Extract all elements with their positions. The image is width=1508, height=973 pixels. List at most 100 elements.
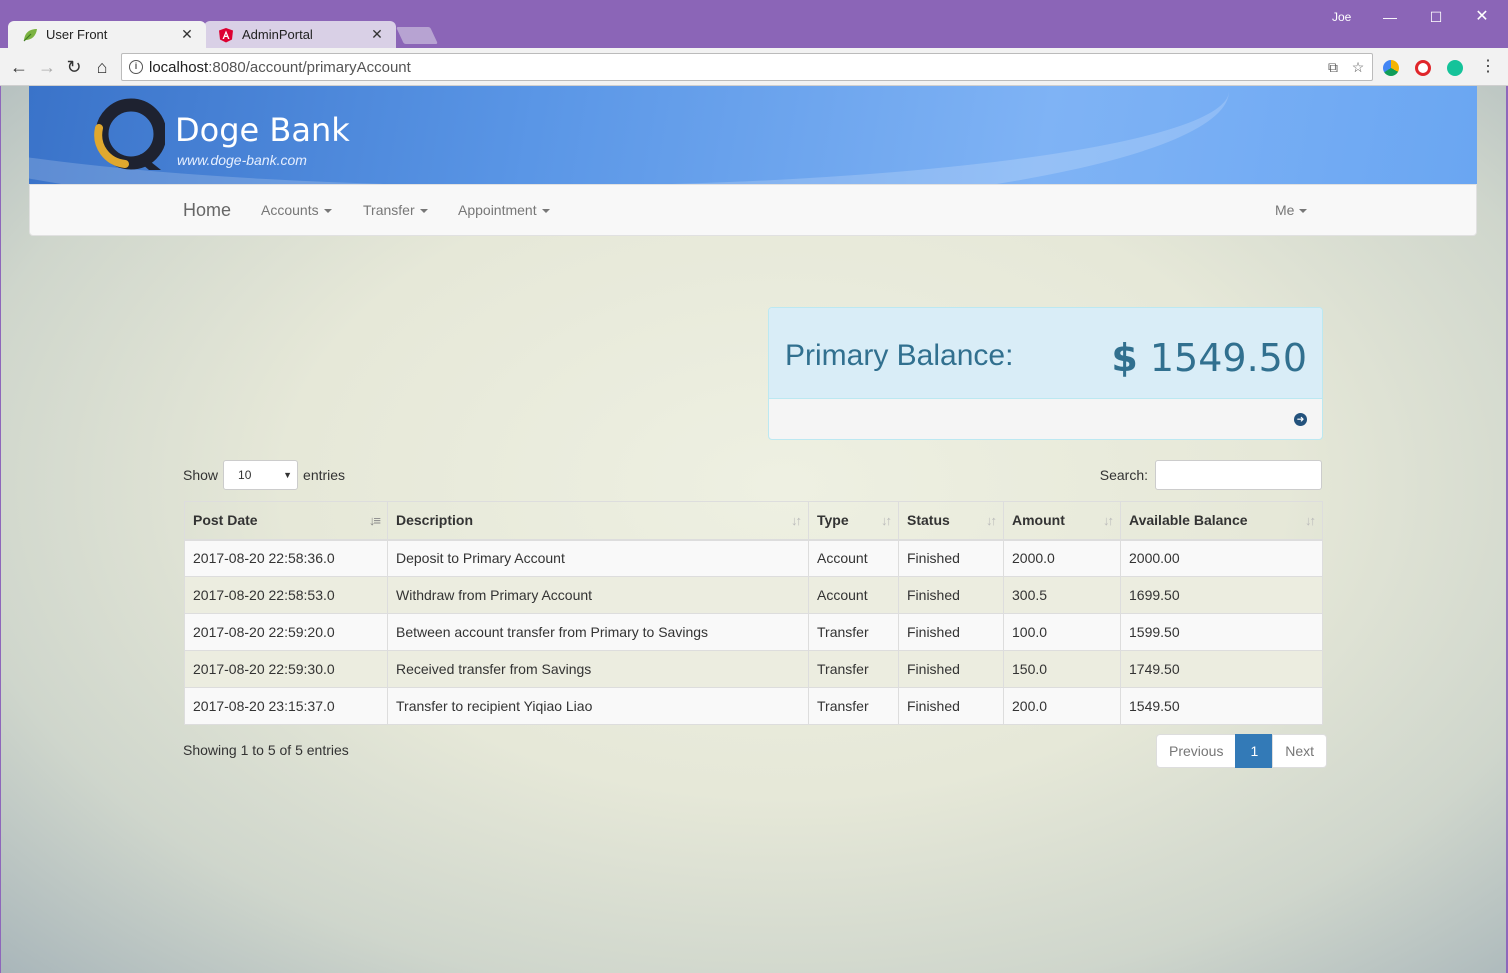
cell-post-date: 2017-08-20 22:59:30.0 (184, 650, 388, 688)
nav-accounts-dropdown[interactable]: Accounts (261, 185, 332, 235)
header-label: Status (907, 512, 950, 529)
col-post-date[interactable]: Post Date ↓≡ (184, 501, 388, 541)
browser-titlebar: User Front ✕ AdminPortal ✕ Joe — ☐ ✕ (0, 0, 1508, 48)
tab-user-front[interactable]: User Front ✕ (8, 21, 206, 48)
page-1-button[interactable]: 1 (1235, 734, 1274, 768)
forward-icon[interactable]: → (36, 56, 58, 78)
reload-icon[interactable]: ↻ (63, 56, 85, 78)
table-row: 2017-08-20 22:59:20.0 Between account tr… (184, 613, 1323, 651)
cell-available-balance: 1749.50 (1120, 650, 1323, 688)
cell-description: Deposit to Primary Account (387, 539, 809, 577)
show-label: Show (183, 467, 219, 483)
close-tab-icon[interactable]: ✕ (178, 26, 196, 43)
nav-home[interactable]: Home (183, 185, 231, 235)
cell-type: Transfer (808, 613, 899, 651)
col-amount[interactable]: Amount ↓↑ (1003, 501, 1121, 541)
table-row: 2017-08-20 22:58:53.0 Withdraw from Prim… (184, 576, 1323, 614)
cell-type: Transfer (808, 687, 899, 725)
extension-icon[interactable] (1383, 60, 1399, 76)
cell-status: Finished (898, 687, 1004, 725)
arrow-circle-right-icon[interactable]: ➜ (1294, 413, 1307, 426)
home-icon[interactable]: ⌂ (91, 56, 113, 78)
sort-icon: ↓↑ (986, 513, 997, 528)
cell-type: Account (808, 539, 899, 577)
nav-label: Me (1275, 202, 1295, 218)
star-icon[interactable]: ☆ (1347, 59, 1369, 76)
close-window-icon[interactable]: ✕ (1459, 6, 1505, 28)
header-label: Available Balance (1129, 512, 1248, 529)
col-type[interactable]: Type ↓↑ (808, 501, 899, 541)
pagination: Previous 1 Next (1156, 734, 1328, 768)
nav-appointment-dropdown[interactable]: Appointment (458, 185, 550, 235)
nav-label: Accounts (261, 202, 319, 218)
info-icon[interactable]: i (129, 60, 143, 74)
nav-transfer-dropdown[interactable]: Transfer (363, 185, 428, 235)
caret-down-icon (1299, 209, 1308, 214)
previous-button[interactable]: Previous (1156, 734, 1237, 768)
profile-name[interactable]: Joe (1332, 10, 1351, 24)
balance-value: 1549.50 (1149, 336, 1307, 380)
cell-post-date: 2017-08-20 22:58:36.0 (184, 539, 388, 577)
cell-description: Transfer to recipient Yiqiao Liao (387, 687, 809, 725)
cell-type: Transfer (808, 650, 899, 688)
back-icon[interactable]: ← (8, 56, 30, 78)
brand-name[interactable]: Doge Bank (175, 111, 350, 149)
col-description[interactable]: Description ↓↑ (387, 501, 809, 541)
tab-label: User Front (46, 27, 108, 42)
new-tab-button[interactable] (396, 27, 438, 44)
cell-amount: 300.5 (1003, 576, 1121, 614)
next-button[interactable]: Next (1272, 734, 1328, 768)
cell-post-date: 2017-08-20 23:15:37.0 (184, 687, 388, 725)
cell-available-balance: 1549.50 (1120, 687, 1323, 725)
sort-icon: ↓↑ (1103, 513, 1114, 528)
doge-bank-logo (94, 98, 165, 170)
sort-icon: ↓↑ (881, 513, 892, 528)
currency-symbol: $ (1111, 336, 1138, 380)
cell-description: Withdraw from Primary Account (387, 576, 809, 614)
caret-down-icon (541, 209, 550, 214)
main-navbar: Home Accounts Transfer Appointment Me (29, 184, 1477, 236)
nav-label: Transfer (363, 202, 415, 218)
table-row: 2017-08-20 22:58:36.0 Deposit to Primary… (184, 539, 1323, 577)
header-label: Description (396, 512, 474, 529)
url-host: localhost (149, 58, 209, 76)
nav-me-dropdown[interactable]: Me (1275, 185, 1308, 235)
url-text[interactable]: localhost:8080/account/primaryAccount (149, 59, 1322, 76)
balance-heading: Primary Balance: $1549.50 (769, 308, 1322, 399)
table-header-row: Post Date ↓≡ Description ↓↑ Type ↓↑ Status ↓… (184, 501, 1323, 541)
translate-icon[interactable]: ⧉ (1322, 59, 1344, 76)
cell-status: Finished (898, 650, 1004, 688)
opera-icon[interactable] (1415, 60, 1431, 76)
col-status[interactable]: Status ↓↑ (898, 501, 1004, 541)
maximize-icon[interactable]: ☐ (1413, 6, 1459, 28)
site-banner: Doge Bank www.doge-bank.com (29, 86, 1477, 184)
close-tab-icon[interactable]: ✕ (368, 26, 386, 43)
col-available-balance[interactable]: Available Balance ↓↑ (1120, 501, 1323, 541)
cell-type: Account (808, 576, 899, 614)
cell-post-date: 2017-08-20 22:58:53.0 (184, 576, 388, 614)
cell-available-balance: 1599.50 (1120, 613, 1323, 651)
cell-status: Finished (898, 539, 1004, 577)
entries-value: 10 (238, 468, 252, 482)
cell-description: Received transfer from Savings (387, 650, 809, 688)
page-content: Doge Bank www.doge-bank.com Home Account… (1, 86, 1506, 973)
leaf-icon (22, 27, 38, 43)
table-row: 2017-08-20 22:59:30.0 Received transfer … (184, 650, 1323, 688)
sort-asc-icon: ↓≡ (368, 513, 381, 528)
address-bar[interactable]: i localhost:8080/account/primaryAccount … (121, 53, 1373, 81)
header-label: Amount (1012, 512, 1065, 529)
caret-down-icon (323, 209, 332, 214)
cell-amount: 150.0 (1003, 650, 1121, 688)
entries-label: entries (303, 467, 346, 483)
search-input[interactable] (1155, 460, 1322, 490)
grammarly-icon[interactable] (1447, 60, 1463, 76)
menu-icon[interactable]: ⋮ (1477, 56, 1499, 78)
tab-adminportal[interactable]: AdminPortal ✕ (204, 21, 396, 48)
balance-amount: $1549.50 (1111, 336, 1307, 380)
header-label: Type (817, 512, 849, 529)
dropdown-arrow-icon: ▼ (283, 470, 293, 480)
entries-select[interactable]: 10 ▼ (223, 460, 299, 490)
brand-url: www.doge-bank.com (177, 152, 307, 168)
header-label: Post Date (193, 512, 258, 529)
minimize-icon[interactable]: — (1367, 6, 1413, 28)
